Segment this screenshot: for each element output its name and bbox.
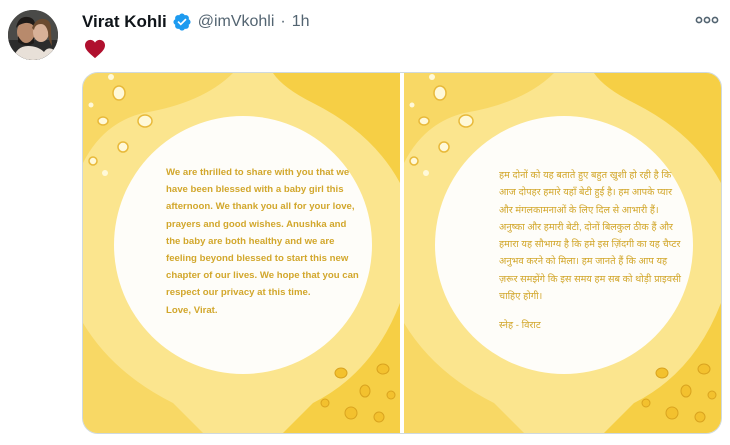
author-name[interactable]: Virat Kohli (82, 12, 167, 32)
letter-line: have been blessed with a baby girl this (166, 184, 344, 196)
letter-line: हमारा यह सौभाग्य है कि हमे इस ज़िंदगी का… (499, 239, 681, 251)
letter-line: We are thrilled to share with you that w… (166, 167, 350, 178)
letter-signoff: Love, Virat. (166, 304, 218, 316)
letter-line: हम दोनों को यह बताते हुए बहुत खुशी हो रह… (499, 170, 672, 181)
author-handle[interactable]: @imVkohli (198, 13, 275, 31)
avatar-image (8, 10, 58, 60)
hindi-letter: हम दोनों को यह बताते हुए बहुत खुशी हो रह… (499, 167, 699, 335)
letter-signoff: स्नेह - विराट (499, 320, 541, 332)
avatar[interactable] (8, 10, 58, 60)
english-letter: We are thrilled to share with you that w… (166, 164, 381, 319)
letter-line: अनुभव करने को मिला। हम जानते हैं कि आप य… (499, 256, 668, 268)
tweet-media-grid: We are thrilled to share with you that w… (82, 72, 722, 434)
letter-line: feeling beyond blessed to start this new (166, 253, 349, 265)
heart-icon (85, 39, 105, 59)
media-image-english[interactable]: We are thrilled to share with you that w… (83, 73, 400, 433)
letter-line: prayers and good wishes. Anushka and (166, 218, 347, 230)
tweet-timestamp[interactable]: 1h (292, 13, 310, 31)
tweet-header: Virat Kohli @imVkohli · 1h (82, 10, 310, 34)
separator-dot: · (280, 13, 286, 30)
letter-line: चाहिए होगी। (499, 291, 543, 303)
letter-line: ज़रूर समझेंगे कि इस समय हम सब को थोड़ी प… (499, 273, 682, 285)
letter-line: और मंगलकामनाओं के लिए दिल से आभारी हैं। (499, 204, 659, 216)
media-image-hindi[interactable]: हम दोनों को यह बताते हुए बहुत खुशी हो रह… (404, 73, 721, 433)
letter-line: afternoon. We thank you all for your lov… (166, 201, 355, 213)
more-options-icon[interactable] (695, 12, 719, 28)
letter-line: the baby are both healthy and we are (166, 235, 335, 247)
letter-line: आज दोपहर हमारे यहाँ बेटी हुई है। हम आपके… (499, 187, 672, 199)
letter-line: अनुष्का और हमारी बेटी, दोनों बिलकुल ठीक … (499, 221, 673, 233)
letter-line: respect our privacy at this time. (166, 287, 311, 299)
verified-badge-icon (173, 13, 191, 31)
letter-line: chapter of our lives. We hope that you c… (166, 270, 359, 282)
